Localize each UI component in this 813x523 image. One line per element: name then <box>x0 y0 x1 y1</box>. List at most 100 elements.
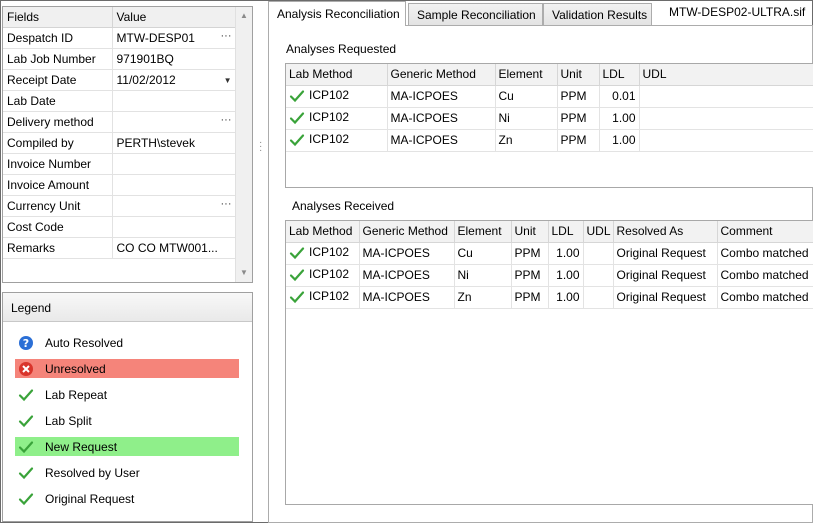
column-header[interactable]: Lab Method <box>286 64 388 86</box>
column-header[interactable]: Unit <box>511 221 549 243</box>
help-circle-icon: ? <box>19 336 33 350</box>
legend-item-label: Resolved by User <box>45 466 140 480</box>
scroll-up-arrow-icon[interactable]: ▲ <box>240 11 248 20</box>
cell-text: ICP102 <box>309 88 350 103</box>
cell-text: ICP102 <box>309 267 350 282</box>
column-header[interactable]: Comment <box>717 221 813 243</box>
property-row[interactable]: Remarks CO CO MTW001... <box>3 237 237 259</box>
checkmark-icon <box>289 247 305 260</box>
legend-item-label: Lab Repeat <box>45 388 108 402</box>
legend-item: Resolved by User <box>15 463 239 482</box>
table-cell-generic-method: MA-ICPOES <box>387 107 496 130</box>
table-cell-ldl: 1.00 <box>548 286 584 309</box>
table-row[interactable]: ICP102 MA-ICPOES Ni PPM 1.00 <box>286 107 813 130</box>
fields-column-header[interactable]: Fields <box>3 7 113 28</box>
property-value[interactable]: ··· <box>112 195 237 217</box>
property-value[interactable] <box>112 90 237 112</box>
checkmark-icon <box>18 491 34 507</box>
property-value[interactable] <box>112 153 237 175</box>
legend-title: Legend <box>3 293 252 322</box>
column-header[interactable]: LDL <box>599 64 640 86</box>
table-cell-lab-method: ICP102 <box>286 107 388 130</box>
property-value[interactable] <box>112 174 237 196</box>
table-row[interactable]: ICP102 MA-ICPOES Cu PPM 0.01 <box>286 85 813 108</box>
property-value[interactable]: MTW-DESP01 ··· <box>112 27 237 49</box>
cell-text: PPM <box>514 290 541 304</box>
table-row[interactable]: ICP102 MA-ICPOES Ni PPM 1.00 Original Request… <box>286 264 813 287</box>
properties-scrollbar[interactable]: ▲ ▼ <box>235 7 252 282</box>
dropdown-arrow-icon[interactable]: ▼ <box>224 76 232 85</box>
table-cell-element: Ni <box>454 264 512 287</box>
property-row[interactable]: Lab Date <box>3 90 237 112</box>
table-cell-ldl: 1.00 <box>599 129 640 152</box>
property-row[interactable]: Cost Code <box>3 216 237 238</box>
cell-text: MA-ICPOES <box>390 89 458 103</box>
property-field-label: Delivery method <box>3 111 113 133</box>
property-row[interactable]: Currency Unit ··· <box>3 195 237 217</box>
property-value[interactable]: 971901BQ <box>112 48 237 70</box>
cell-text: PPM <box>560 111 587 125</box>
property-value[interactable] <box>112 216 237 238</box>
ellipsis-button[interactable]: ··· <box>221 30 232 42</box>
splitter-grip[interactable]: · · · <box>259 138 262 156</box>
property-row[interactable]: Invoice Amount <box>3 174 237 196</box>
column-header[interactable]: Generic Method <box>359 221 455 243</box>
column-header[interactable]: UDL <box>583 221 614 243</box>
tab-analysis-reconciliation[interactable]: Analysis Reconciliation <box>268 1 406 26</box>
window-frame: Fields Value Despatch ID MTW-DESP01 ··· Lab… <box>0 0 813 523</box>
value-column-header[interactable]: Value <box>112 7 237 28</box>
property-value-text: CO CO MTW001... <box>116 240 218 255</box>
property-row[interactable]: Delivery method ··· <box>3 111 237 133</box>
analysis-reconciliation-panel: Analyses Requested Lab Method Generic Met… <box>268 25 813 523</box>
table-row[interactable]: ICP102 MA-ICPOES Zn PPM 1.00 Original Request… <box>286 286 813 309</box>
cell-text: Ni <box>457 268 469 282</box>
property-row[interactable]: Invoice Number <box>3 153 237 175</box>
checkmark-icon <box>18 467 34 480</box>
table-cell-udl <box>639 107 813 130</box>
cell-text: MA-ICPOES <box>390 111 458 125</box>
property-value[interactable]: CO CO MTW001... <box>112 237 237 259</box>
tab-validation-results[interactable]: Validation Results <box>543 3 652 25</box>
checkmark-icon <box>18 493 34 506</box>
tab-sample-reconciliation[interactable]: Sample Reconciliation <box>408 3 543 25</box>
property-field-label: Invoice Amount <box>3 174 113 196</box>
legend-panel: Legend ? Auto Resolved Unresolved Lab Repea… <box>2 292 253 522</box>
column-header[interactable]: Element <box>454 221 512 243</box>
column-header[interactable]: LDL <box>548 221 584 243</box>
property-field-label: Remarks <box>3 237 113 259</box>
legend-item-label: New Request <box>45 440 118 454</box>
table-cell-unit: PPM <box>557 129 600 152</box>
property-row[interactable]: Lab Job Number 971901BQ <box>3 48 237 70</box>
ellipsis-button[interactable]: ··· <box>221 114 232 126</box>
checkmark-icon <box>289 134 305 147</box>
table-cell-lab-method: ICP102 <box>286 129 388 152</box>
property-value[interactable]: ··· <box>112 111 237 133</box>
property-row[interactable]: Receipt Date 11/02/2012 ▼ <box>3 69 237 91</box>
table-row[interactable]: ICP102 MA-ICPOES Cu PPM 1.00 Original Request… <box>286 242 813 265</box>
column-header[interactable]: UDL <box>639 64 813 86</box>
checkmark-icon <box>18 387 34 403</box>
table-cell-ldl: 0.01 <box>599 85 640 108</box>
property-value[interactable]: 11/02/2012 ▼ <box>112 69 237 91</box>
table-cell-udl <box>639 129 813 152</box>
table-cell-lab-method: ICP102 <box>286 242 360 265</box>
column-header[interactable]: Unit <box>557 64 600 86</box>
legend-item: ? Auto Resolved <box>15 333 239 352</box>
property-row[interactable]: Despatch ID MTW-DESP01 ··· <box>3 27 237 49</box>
checkmark-icon <box>18 441 34 454</box>
table-row[interactable]: ICP102 MA-ICPOES Zn PPM 1.00 <box>286 129 813 152</box>
cell-text: 1.00 <box>556 268 580 282</box>
column-header[interactable]: Generic Method <box>387 64 496 86</box>
cell-text: MA-ICPOES <box>390 133 458 147</box>
cell-text: Combo matched <box>720 268 809 282</box>
property-field-label: Cost Code <box>3 216 113 238</box>
ellipsis-button[interactable]: ··· <box>221 198 232 210</box>
column-header[interactable]: Lab Method <box>286 221 360 243</box>
property-field-label: Lab Date <box>3 90 113 112</box>
column-header[interactable]: Element <box>495 64 558 86</box>
property-row[interactable]: Compiled by PERTH\stevek <box>3 132 237 154</box>
column-header[interactable]: Resolved As <box>613 221 718 243</box>
property-value[interactable]: PERTH\stevek <box>112 132 237 154</box>
scroll-down-arrow-icon[interactable]: ▼ <box>240 268 248 277</box>
table-cell-unit: PPM <box>511 264 549 287</box>
